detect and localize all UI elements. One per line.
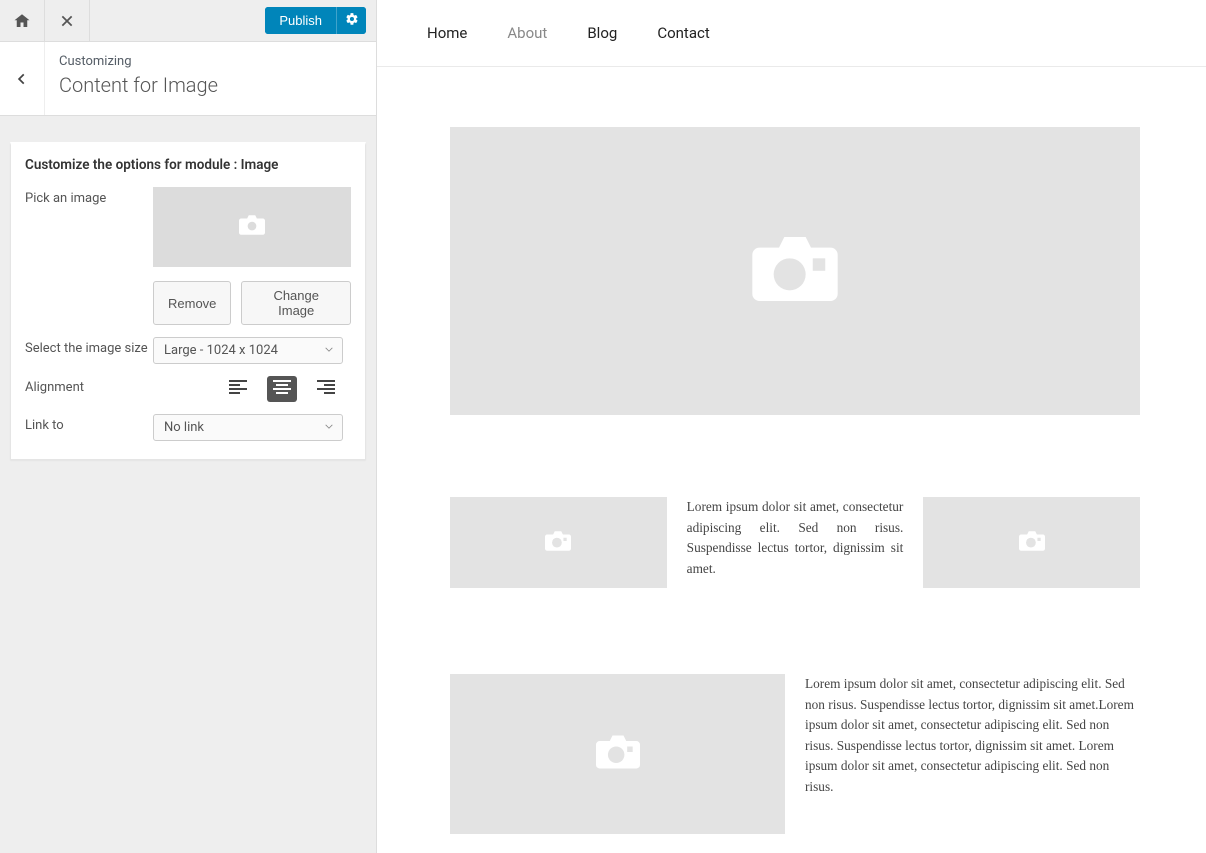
publish-group: Publish (265, 7, 366, 34)
nav-home[interactable]: Home (427, 24, 467, 42)
link-to-value: No link (164, 420, 204, 435)
customizer-top-bar: Publish (0, 0, 376, 42)
align-center-icon (273, 380, 291, 398)
camera-icon (596, 735, 640, 773)
camera-icon (1019, 531, 1045, 555)
link-to-select[interactable]: No link (153, 414, 343, 441)
publish-button[interactable]: Publish (265, 7, 336, 34)
site-header: Home About Blog Contact (377, 0, 1206, 67)
alignment-label: Alignment (25, 376, 153, 395)
primary-nav: Home About Blog Contact (427, 24, 710, 42)
gear-icon (345, 12, 359, 29)
publish-settings-button[interactable] (336, 7, 366, 34)
camera-icon (239, 215, 265, 239)
page-title: Content for Image (59, 73, 362, 97)
pick-image-label: Pick an image (25, 187, 153, 206)
image-thumbnail[interactable] (153, 187, 351, 267)
customizer-panel: Publish Customizing Content for Image Cu… (0, 0, 377, 853)
body-text: Lorem ipsum dolor sit amet, consectetur … (687, 497, 904, 579)
camera-icon (545, 531, 571, 555)
wide-image-placeholder[interactable] (450, 674, 785, 834)
column-image-placeholder[interactable] (923, 497, 1140, 588)
back-button[interactable] (0, 42, 45, 115)
close-icon[interactable] (45, 0, 90, 41)
remove-button[interactable]: Remove (153, 281, 231, 325)
image-size-value: Large - 1024 x 1024 (164, 343, 278, 358)
nav-contact[interactable]: Contact (657, 24, 709, 42)
chevron-down-icon (324, 343, 334, 358)
preview-pane: Home About Blog Contact Lorem ipsum dolo… (377, 0, 1206, 853)
hero-image-placeholder[interactable] (450, 127, 1140, 415)
body-text: Lorem ipsum dolor sit amet, consectetur … (805, 674, 1140, 798)
align-right-button[interactable] (311, 376, 341, 402)
image-size-label: Select the image size (25, 337, 153, 356)
camera-icon (752, 237, 838, 305)
column-image-placeholder[interactable] (450, 497, 667, 588)
align-center-button[interactable] (267, 376, 297, 402)
panel-title: Customize the options for module : Image (25, 157, 351, 173)
header-eyebrow: Customizing (59, 54, 362, 69)
align-left-icon (229, 380, 247, 398)
panel-header: Customizing Content for Image (0, 42, 376, 116)
nav-blog[interactable]: Blog (587, 24, 617, 42)
chevron-down-icon (324, 420, 334, 435)
image-size-select[interactable]: Large - 1024 x 1024 (153, 337, 343, 364)
nav-about[interactable]: About (507, 24, 547, 42)
home-icon[interactable] (0, 0, 45, 41)
module-options-card: Customize the options for module : Image… (10, 142, 366, 460)
align-left-button[interactable] (223, 376, 253, 402)
change-image-button[interactable]: Change Image (241, 281, 351, 325)
link-to-label: Link to (25, 414, 153, 433)
align-right-icon (317, 380, 335, 398)
